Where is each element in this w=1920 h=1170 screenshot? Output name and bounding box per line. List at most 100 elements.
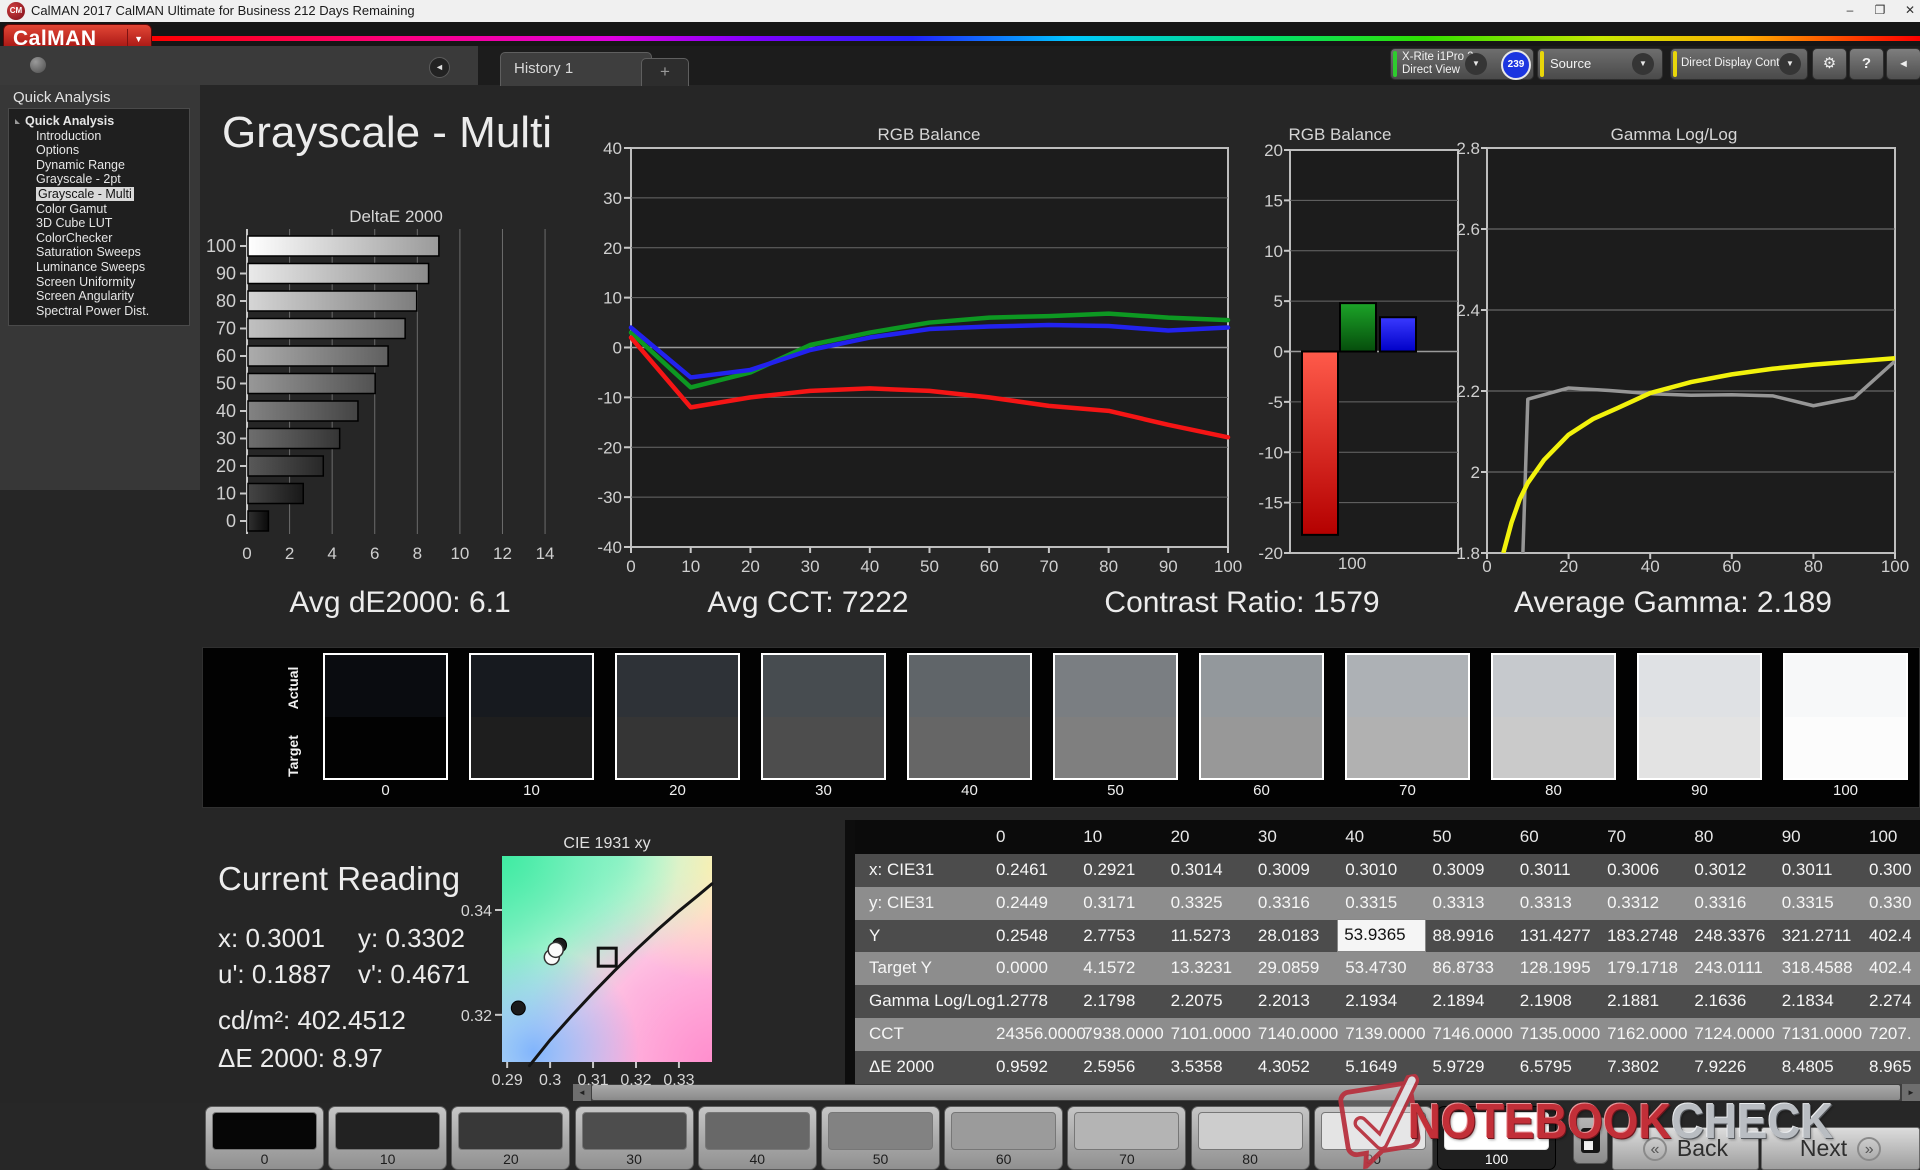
table-column-header-40[interactable]: 40 [1345,827,1364,847]
table-cell[interactable]: 29.0859 [1258,958,1319,978]
chevron-down-icon[interactable]: ▼ [1632,53,1654,75]
back-button[interactable]: « Back [1612,1127,1759,1170]
sidebar-item-screen-uniformity[interactable]: Screen Uniformity [9,275,189,290]
patch-button-60[interactable]: 60 [944,1106,1064,1170]
table-cell[interactable]: 8.965 [1869,1057,1912,1077]
patch-button-20[interactable]: 20 [451,1106,571,1170]
table-column-header-20[interactable]: 20 [1171,827,1190,847]
table-cell[interactable]: 321.2711 [1782,926,1852,946]
table-cell[interactable]: 6.5795 [1520,1057,1572,1077]
chevron-down-icon[interactable]: ▼ [1779,53,1801,75]
table-cell[interactable]: 7.3802 [1607,1057,1659,1077]
table-cell[interactable]: 5.9729 [1433,1057,1485,1077]
table-cell[interactable]: 183.2748 [1607,926,1678,946]
add-tab-button[interactable]: + [641,58,689,86]
table-column-header-100[interactable]: 100 [1869,827,1897,847]
table-cell[interactable]: 0.3014 [1171,860,1223,880]
table-cell[interactable]: 128.1995 [1520,958,1591,978]
table-cell[interactable]: 0.300 [1869,860,1912,880]
table-cell[interactable]: 0.3315 [1345,893,1397,913]
table-cell[interactable]: 0.3312 [1607,893,1659,913]
table-cell[interactable]: 0.2449 [996,893,1048,913]
patch-button-100[interactable]: 100 [1437,1106,1556,1170]
table-cell[interactable]: 86.8733 [1433,958,1494,978]
patch-button-0[interactable]: 0 [205,1106,324,1170]
table-cell[interactable]: 24356.0000 [996,1024,1086,1044]
patch-button-40[interactable]: 40 [697,1106,817,1170]
table-cell[interactable]: 131.4277 [1520,926,1591,946]
pattern-window-button[interactable] [1573,1117,1608,1164]
table-cell[interactable]: 7139.0000 [1345,1024,1425,1044]
table-cell[interactable]: 0.3315 [1782,893,1834,913]
table-cell[interactable]: 28.0183 [1258,926,1319,946]
table-cell[interactable]: 2.1834 [1782,991,1834,1011]
table-cell[interactable]: 8.4805 [1782,1057,1834,1077]
table-selected-cell[interactable]: 53.9365 [1337,918,1427,952]
sidebar-item-grayscale-2pt[interactable]: Grayscale - 2pt [9,172,189,187]
table-cell[interactable]: 402.4 [1869,926,1912,946]
scroll-right-icon[interactable]: ► [1902,1084,1920,1101]
table-cell[interactable]: 5.1649 [1345,1057,1397,1077]
table-cell[interactable]: 243.0111 [1694,958,1762,978]
scrollbar-thumb[interactable] [592,1085,1900,1100]
table-cell[interactable]: 0.2921 [1083,860,1135,880]
table-cell[interactable]: 0.3316 [1258,893,1310,913]
patch-button-10[interactable]: 10 [328,1106,448,1170]
table-cell[interactable]: 0.3325 [1171,893,1223,913]
table-cell[interactable]: 7131.0000 [1782,1024,1862,1044]
sidebar-item-screen-angularity[interactable]: Screen Angularity [9,289,189,304]
patch-button-80[interactable]: 80 [1190,1106,1310,1170]
display-control-dropdown[interactable]: Direct Display Control ▼ [1670,48,1808,80]
tree-root-quick-analysis[interactable]: Quick Analysis [9,114,189,129]
sidebar-item-colorchecker[interactable]: ColorChecker [9,231,189,246]
table-cell[interactable]: 7124.0000 [1694,1024,1774,1044]
table-cell[interactable]: 4.1572 [1083,958,1135,978]
table-cell[interactable]: 0.3012 [1694,860,1746,880]
table-cell[interactable]: 7146.0000 [1433,1024,1513,1044]
table-cell[interactable]: 4.3052 [1258,1057,1310,1077]
help-icon[interactable]: ? [1849,48,1884,80]
table-cell[interactable]: 0.3006 [1607,860,1659,880]
sidebar-item-color-gamut[interactable]: Color Gamut [9,202,189,217]
maximize-button[interactable]: ❐ [1866,0,1894,21]
table-cell[interactable]: 7938.0000 [1083,1024,1163,1044]
table-cell[interactable]: 11.5273 [1171,926,1231,946]
table-cell[interactable]: 7.9226 [1694,1057,1746,1077]
sidebar-item-introduction[interactable]: Introduction [9,129,189,144]
gear-icon[interactable]: ⚙ [1812,48,1847,80]
patch-button-90[interactable]: 90 [1313,1106,1433,1170]
table-cell[interactable]: 0.3010 [1345,860,1397,880]
table-cell[interactable]: 1.2778 [996,991,1048,1011]
table-cell[interactable]: 7135.0000 [1520,1024,1600,1044]
table-cell[interactable]: 0.3011 [1520,860,1571,880]
collapse-pane-icon[interactable]: ◄ [429,57,450,78]
table-column-header-70[interactable]: 70 [1607,827,1626,847]
table-cell[interactable]: 0.330 [1869,893,1912,913]
table-cell[interactable]: 0.3009 [1433,860,1485,880]
table-column-header-90[interactable]: 90 [1782,827,1801,847]
table-cell[interactable]: 248.3376 [1694,926,1765,946]
collapse-toolbar-icon[interactable]: ◄ [1886,48,1920,80]
table-cell[interactable]: 2.5956 [1083,1057,1135,1077]
table-cell[interactable]: 0.3313 [1520,893,1572,913]
table-cell[interactable]: 318.4588 [1782,958,1853,978]
source-dropdown[interactable]: Source ▼ [1537,48,1663,80]
sidebar-item-luminance-sweeps[interactable]: Luminance Sweeps [9,260,189,275]
sidebar-item-3d-cube-lut[interactable]: 3D Cube LUT [9,216,189,231]
table-cell[interactable]: 2.2075 [1171,991,1223,1011]
table-cell[interactable]: 7162.0000 [1607,1024,1687,1044]
table-scrollbar[interactable]: ◄ ► [573,1084,1920,1101]
table-cell[interactable]: 0.9592 [996,1057,1048,1077]
table-cell[interactable]: 3.5358 [1171,1057,1223,1077]
table-cell[interactable]: 0.2461 [996,860,1048,880]
table-column-header-60[interactable]: 60 [1520,827,1539,847]
table-column-header-0[interactable]: 0 [996,827,1005,847]
chevron-down-icon[interactable]: ▼ [1465,53,1487,75]
table-cell[interactable]: 0.3009 [1258,860,1310,880]
table-cell[interactable]: 2.274 [1869,991,1912,1011]
table-cell[interactable]: 2.1908 [1520,991,1572,1011]
table-cell[interactable]: 2.1636 [1694,991,1746,1011]
patch-button-70[interactable]: 70 [1067,1106,1187,1170]
table-cell[interactable]: 7101.0000 [1171,1024,1251,1044]
table-column-header-10[interactable]: 10 [1083,827,1102,847]
